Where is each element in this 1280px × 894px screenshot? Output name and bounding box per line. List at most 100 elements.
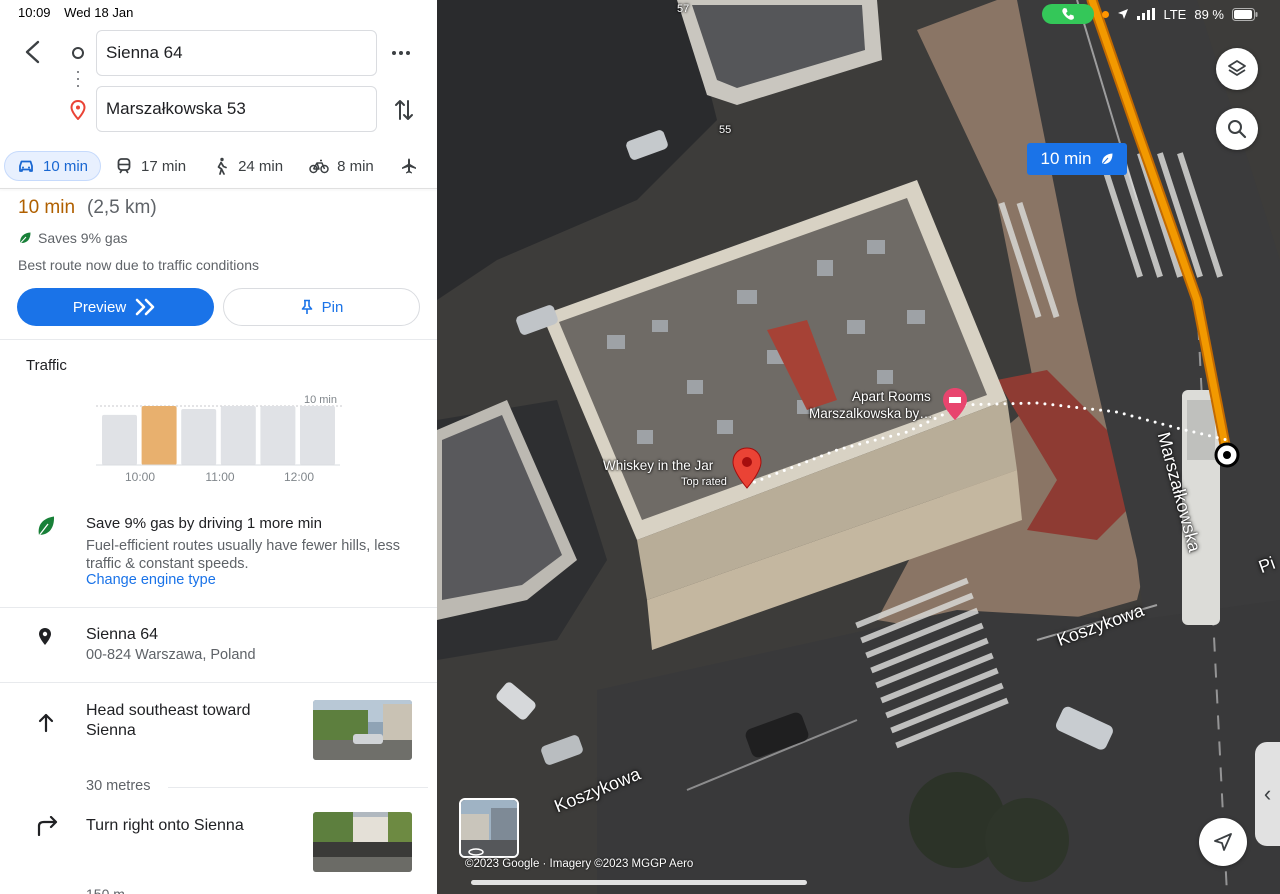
traffic-bar — [102, 414, 137, 465]
active-call-indicator — [1042, 4, 1095, 24]
route-time-badge[interactable]: 10 min — [1027, 143, 1127, 175]
map-copyright: ©2023 Google · Imagery ©2023 MGGP Aero — [465, 858, 694, 870]
chart-tick-label: 12:00 — [284, 470, 314, 484]
house-number: 55 — [719, 124, 732, 136]
tab-bike-label: 8 min — [337, 157, 374, 175]
collapse-panel-handle[interactable]: ‹ — [1255, 742, 1280, 846]
traffic-bar — [300, 406, 335, 465]
step-instruction[interactable]: Turn right onto Sienna — [86, 816, 286, 836]
status-time: 10:09 — [18, 5, 51, 20]
eco-savings: Saves 9% gas — [18, 230, 128, 246]
location-arrow-icon — [1118, 9, 1129, 19]
swap-icon — [395, 100, 413, 120]
network-type: LTE — [1163, 6, 1187, 22]
traffic-bar — [260, 406, 296, 465]
chart-bars — [102, 406, 335, 465]
start-place-name: Sienna 64 — [86, 626, 159, 643]
tab-transit[interactable]: 17 min — [103, 151, 198, 181]
leaf-icon — [1101, 153, 1113, 165]
destination-pin-icon — [70, 99, 86, 125]
traffic-bar — [181, 408, 217, 465]
leaf-icon — [19, 232, 31, 244]
tab-flight[interactable] — [388, 151, 430, 181]
chart-max-label: 10 min — [304, 394, 337, 406]
status-date: Wed 18 Jan — [64, 5, 134, 20]
traffic-bar — [220, 406, 256, 465]
bicycle-icon — [309, 159, 329, 174]
arrow-up-icon — [36, 711, 56, 738]
directions-panel: 10:09 Wed 18 Jan Sienna 64 Marszałkowska… — [0, 0, 437, 894]
route-note: Best route now due to traffic conditions — [18, 257, 259, 273]
more-options-button[interactable] — [392, 44, 414, 62]
arrow-back-icon — [25, 40, 40, 64]
route-duration: 10 min — [18, 197, 76, 218]
change-engine-link[interactable]: Change engine type — [86, 572, 216, 588]
satellite-imagery — [437, 0, 1280, 894]
preview-button[interactable]: Preview — [17, 288, 214, 326]
eco-description: Fuel-efficient routes usually have fewer… — [86, 538, 401, 572]
swap-locations-button[interactable] — [393, 97, 415, 123]
route-dots-icon — [77, 71, 79, 91]
navigation-arrow-icon — [1214, 833, 1232, 851]
pin-button[interactable]: Pin — [223, 288, 420, 326]
home-indicator — [471, 880, 807, 885]
destination-field[interactable]: Marszałkowska 53 — [96, 86, 377, 132]
step-divider — [168, 787, 428, 788]
eco-title: Save 9% gas by driving 1 more min — [86, 515, 322, 532]
poi-label[interactable]: Marszalkowska by… — [809, 406, 933, 421]
tab-walk[interactable]: 24 min — [200, 151, 295, 181]
train-icon — [117, 158, 131, 174]
turn-right-icon — [36, 815, 60, 841]
section-divider — [0, 607, 437, 608]
origin-circle-icon — [72, 47, 84, 59]
map-view[interactable]: LTE 89 % 10 min Apart Rooms Marszalkowsk… — [437, 0, 1280, 894]
tab-walk-label: 24 min — [238, 157, 284, 175]
eco-leaf-icon — [36, 515, 56, 542]
section-divider — [0, 682, 437, 683]
start-place-address: 00-824 Warszawa, Poland — [86, 647, 256, 663]
traffic-title: Traffic — [26, 357, 67, 374]
poi-rating: Top rated — [681, 476, 727, 488]
car-icon — [19, 160, 33, 172]
tab-bike[interactable]: 8 min — [297, 151, 386, 181]
chart-tick-label: 10:00 — [125, 470, 155, 484]
traffic-chart: 10 min 10:00 11:00 12:00 — [96, 394, 342, 484]
street-view-thumbnail[interactable] — [313, 700, 412, 760]
tab-drive-label: 10 min — [43, 157, 89, 175]
battery-icon — [1232, 7, 1258, 21]
street-view-thumbnail[interactable] — [313, 812, 412, 872]
step-distance: 150 m — [86, 886, 125, 894]
house-number: 57 — [677, 3, 690, 15]
route-distance: (2,5 km) — [87, 197, 157, 218]
eco-savings-text: Saves 9% gas — [38, 230, 128, 246]
poi-name: Apart Rooms — [852, 389, 931, 404]
origin-field[interactable]: Sienna 64 — [96, 30, 377, 76]
signal-bars-icon — [1137, 8, 1156, 20]
tab-transit-label: 17 min — [141, 157, 187, 175]
chart-tick-label: 11:00 — [205, 470, 234, 484]
battery-percent: 89 % — [1194, 6, 1224, 22]
tab-drive[interactable]: 10 min — [4, 151, 102, 181]
layers-button[interactable] — [1216, 48, 1258, 90]
back-button[interactable] — [22, 40, 44, 64]
street-view-preview[interactable] — [459, 798, 519, 858]
pushpin-icon — [301, 299, 312, 314]
location-pin-icon — [38, 627, 52, 651]
search-icon — [1228, 120, 1247, 139]
travel-mode-tabs: 10 min 17 min 24 min 8 min — [4, 150, 432, 182]
step-distance: 30 metres — [86, 778, 151, 794]
airplane-icon — [401, 158, 416, 174]
route-time-badge-label: 10 min — [1040, 149, 1092, 168]
traffic-bar-current — [141, 406, 177, 465]
recenter-button[interactable] — [1199, 818, 1247, 866]
walking-icon — [217, 157, 227, 175]
status-bar-right: LTE 89 % — [1042, 4, 1258, 24]
step-instruction[interactable]: Head southeast toward Sienna — [86, 701, 286, 741]
search-button[interactable] — [1216, 108, 1258, 150]
pin-button-label: Pin — [321, 298, 344, 316]
poi-label[interactable]: Apart Rooms — [852, 389, 972, 404]
poi-label[interactable]: Whiskey in the Jar — [603, 458, 713, 473]
chevron-left-icon: ‹ — [1263, 781, 1272, 806]
tabs-divider — [0, 188, 437, 189]
status-bar: 10:09 Wed 18 Jan — [18, 5, 143, 20]
